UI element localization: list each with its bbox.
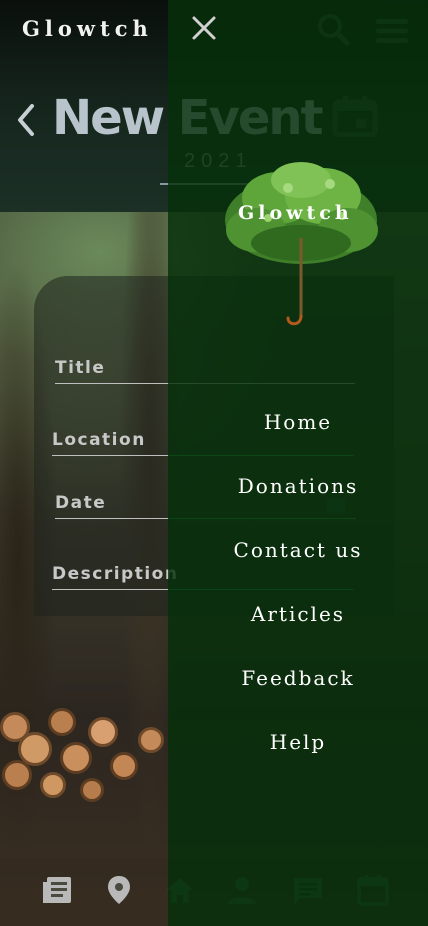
date-field-label: Date: [55, 493, 107, 513]
drawer-menu: Home Donations Contact us Articles Feedb…: [168, 0, 428, 926]
menu-divider: [168, 589, 354, 590]
menu-divider: [168, 455, 354, 456]
app-brand: Glowtch: [22, 16, 153, 41]
articles-icon[interactable]: [42, 874, 74, 906]
back-arrow-icon[interactable]: [12, 100, 42, 140]
menu-item-articles[interactable]: Articles: [168, 602, 428, 626]
description-field-label: Description: [52, 564, 179, 584]
location-pin-icon[interactable]: [103, 874, 135, 906]
menu-item-contact-us[interactable]: Contact us: [168, 538, 428, 562]
menu-item-feedback[interactable]: Feedback: [168, 666, 428, 690]
menu-divider: [168, 518, 354, 519]
location-field-label: Location: [52, 430, 146, 450]
menu-item-donations[interactable]: Donations: [168, 474, 428, 498]
menu-item-help[interactable]: Help: [168, 730, 428, 754]
title-field-label: Title: [55, 358, 106, 378]
menu-item-home[interactable]: Home: [168, 410, 428, 434]
